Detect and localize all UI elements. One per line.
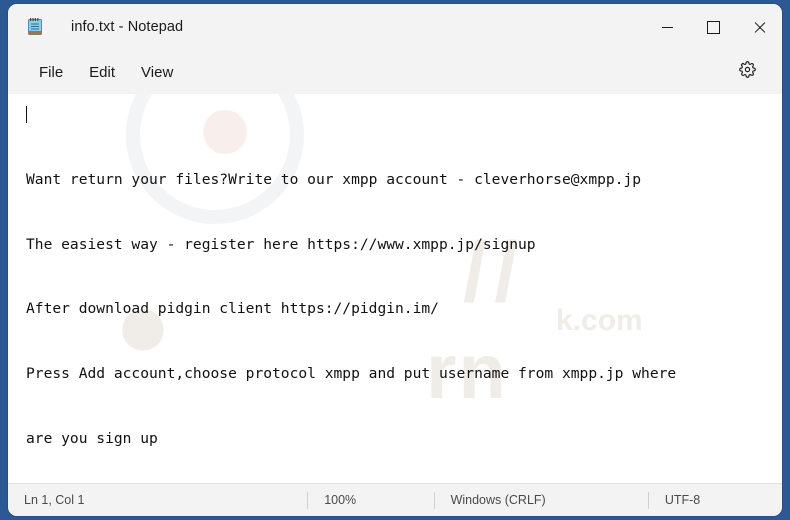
maximize-button[interactable] <box>690 4 736 50</box>
document-text[interactable]: Want return your files?Write to our xmpp… <box>8 94 782 483</box>
text-line: The easiest way - register here https://… <box>26 235 536 253</box>
window-title: info.txt - Notepad <box>71 19 184 35</box>
menu-bar: File Edit View <box>8 50 782 94</box>
title-bar[interactable]: info.txt - Notepad <box>8 4 782 50</box>
menu-item-file[interactable]: File <box>26 58 76 87</box>
minimize-button[interactable] <box>644 4 690 50</box>
close-button[interactable] <box>736 4 782 50</box>
menu-item-edit[interactable]: Edit <box>76 58 128 87</box>
text-line: are you sign up <box>26 429 158 447</box>
status-zoom-level[interactable]: 100% <box>308 484 433 516</box>
settings-button[interactable] <box>730 57 764 87</box>
menu-item-view[interactable]: View <box>128 58 186 87</box>
status-bar: Ln 1, Col 1 100% Windows (CRLF) UTF-8 <box>8 483 782 516</box>
minimize-icon <box>661 26 673 28</box>
gear-icon <box>738 61 756 83</box>
maximize-icon <box>706 20 720 34</box>
notepad-window: info.txt - Notepad File Edit View // k.c… <box>8 4 782 516</box>
close-icon <box>753 21 766 34</box>
status-cursor-position[interactable]: Ln 1, Col 1 <box>8 484 307 516</box>
text-line: Want return your files?Write to our xmpp… <box>26 170 642 188</box>
title-bar-left: info.txt - Notepad <box>8 17 644 37</box>
status-encoding[interactable]: UTF-8 <box>649 484 782 516</box>
window-controls <box>644 4 782 50</box>
notepad-icon <box>25 17 45 37</box>
text-line: Press Add account,choose protocol xmpp a… <box>26 365 677 383</box>
text-caret <box>26 106 27 123</box>
status-line-ending[interactable]: Windows (CRLF) <box>435 484 648 516</box>
text-editor-area[interactable]: // k.com rn ● Want return your files?Wri… <box>8 94 782 483</box>
desktop-background: info.txt - Notepad File Edit View // k.c… <box>0 0 790 520</box>
text-line: After download pidgin client https://pid… <box>26 300 439 318</box>
